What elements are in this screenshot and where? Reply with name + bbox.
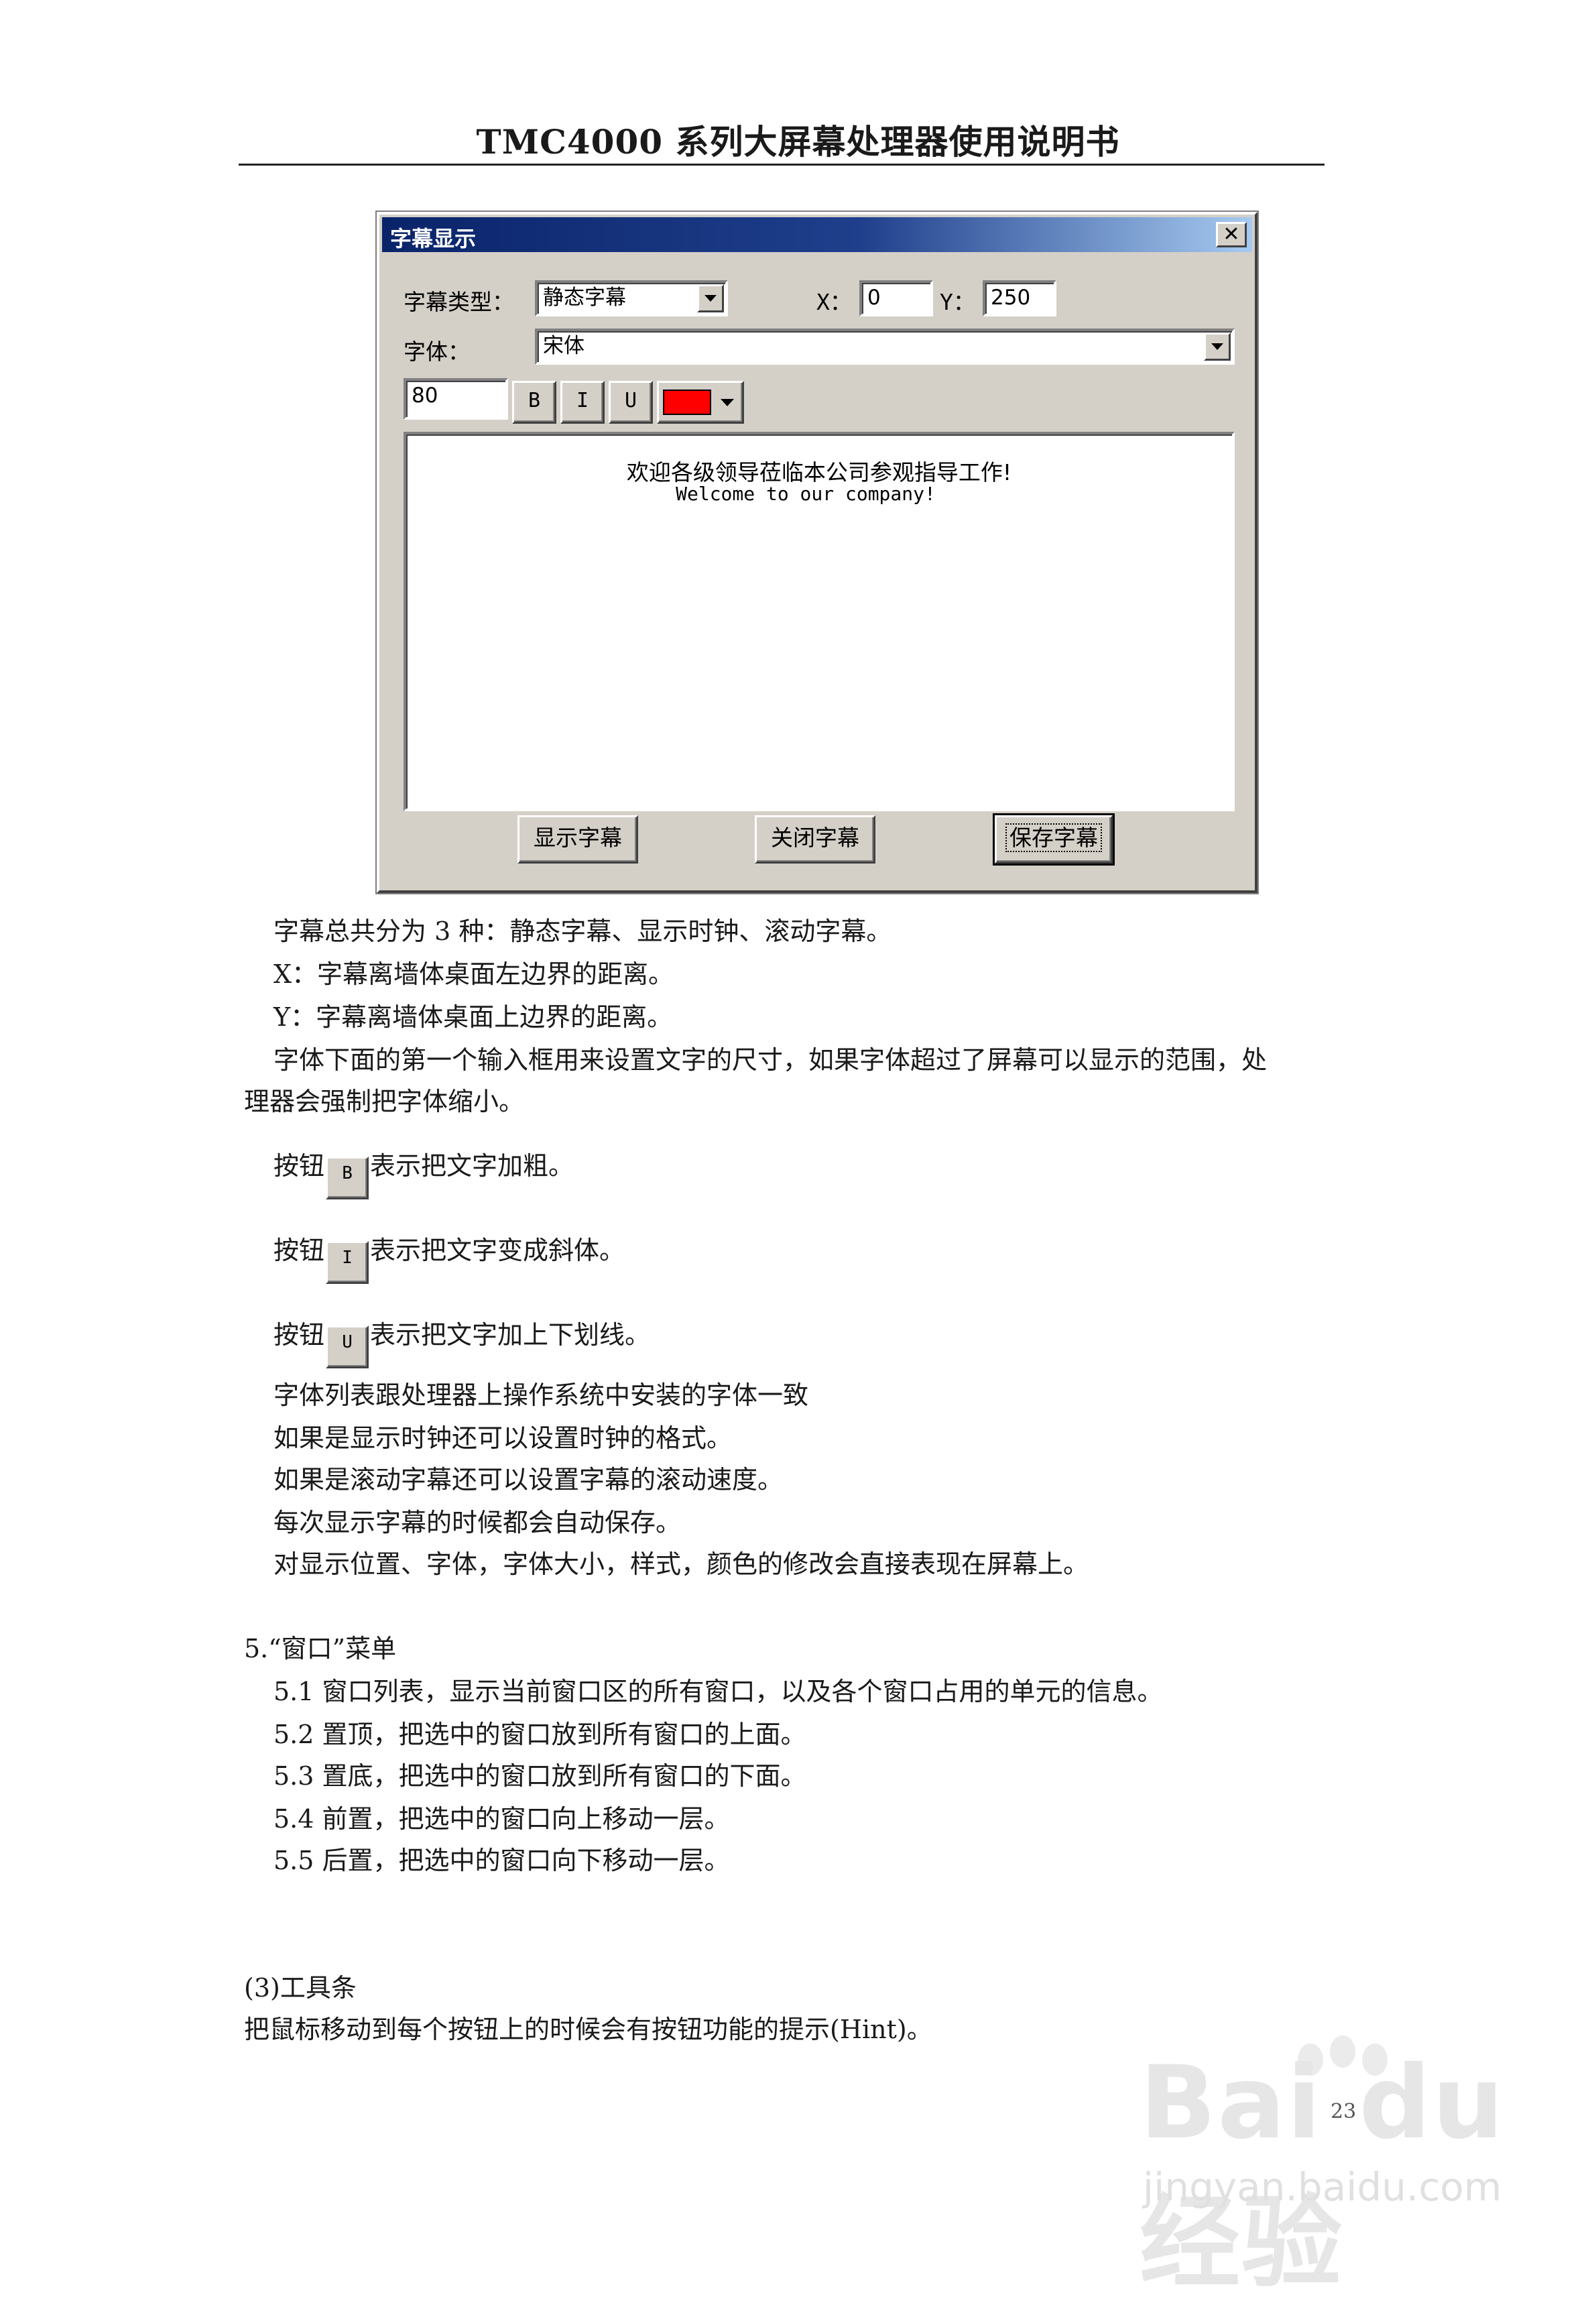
font-select[interactable]: 宋体 (535, 329, 1235, 365)
y-label: Y： (940, 289, 975, 315)
page-number: 23 (1331, 2100, 1357, 2123)
close-subtitle-button[interactable]: 关闭字幕 (755, 815, 875, 864)
paragraph: 字体列表跟处理器上操作系统中安装的字体一致 (273, 1380, 809, 1410)
show-subtitle-button[interactable]: 显示字幕 (517, 815, 638, 864)
paragraph: 字体下面的第一个输入框用来设置文字的尺寸，如果字体超过了屏幕可以显示的范围，处 (273, 1045, 1268, 1075)
subtitle-type-value: 静态字幕 (543, 286, 626, 310)
save-subtitle-label: 保存字幕 (1005, 823, 1102, 852)
y-input[interactable]: 250 (983, 280, 1056, 316)
preview-line-english: Welcome to our company! (676, 483, 936, 505)
font-value: 宋体 (543, 334, 585, 358)
italic-button[interactable]: I (560, 381, 605, 424)
paragraph: 对显示位置、字体，字体大小，样式，颜色的修改会直接表现在屏幕上。 (273, 1549, 1089, 1579)
list-item: 5.4 前置，把选中的窗口向上移动一层。 (273, 1804, 730, 1834)
watermark-url: jingyan.baidu.com (1143, 2164, 1502, 2210)
paragraph: X：字幕离墙体桌面左边界的距离。 (273, 959, 674, 989)
font-label: 字体： (404, 339, 470, 365)
list-item: 5.3 置底，把选中的窗口放到所有窗口的下面。 (273, 1761, 806, 1791)
subtitle-preview-area[interactable]: 欢迎各级领导莅临本公司参观指导工作! Welcome to our compan… (404, 432, 1235, 811)
document-title: TMC4000 系列大屏幕处理器使用说明书 (476, 122, 1120, 162)
list-item: 5.2 置顶，把选中的窗口放到所有窗口的上面。 (273, 1720, 806, 1749)
paragraph: 把鼠标移动到每个按钮上的时候会有按钮功能的提示(Hint)。 (244, 2015, 932, 2044)
section-heading: (3)工具条 (244, 1973, 357, 2003)
save-subtitle-button[interactable]: 保存字幕 (993, 813, 1115, 866)
list-item: 5.5 后置，把选中的窗口向下移动一层。 (273, 1846, 730, 1875)
subtitle-type-select[interactable]: 静态字幕 (535, 280, 728, 316)
color-swatch (663, 390, 711, 415)
x-input[interactable]: 0 (859, 280, 933, 316)
chevron-down-icon (721, 399, 734, 406)
subtitle-type-label: 字幕类型： (404, 289, 514, 315)
paragraph: 字幕总共分为 3 种：静态字幕、显示时钟、滚动字幕。 (273, 916, 892, 946)
underline-description: 按钮 U 表示把文字加上下划线。 (273, 1317, 650, 1368)
paragraph: 每次显示字幕的时候都会自动保存。 (273, 1508, 682, 1537)
x-label: X： (816, 289, 852, 315)
underline-button[interactable]: U (609, 381, 653, 424)
subtitle-dialog: 字幕显示 ✕ 字幕类型： 静态字幕 X： 0 Y： 250 字体： 宋体 80 … (377, 212, 1257, 893)
close-icon[interactable]: ✕ (1216, 222, 1247, 247)
paragraph: Y：字幕离墙体桌面上边界的距离。 (273, 1002, 673, 1032)
title-rule (239, 164, 1325, 166)
underline-button-sample: U (326, 1325, 369, 1368)
color-picker-button[interactable] (657, 381, 744, 424)
preview-line-chinese: 欢迎各级领导莅临本公司参观指导工作! (626, 459, 1012, 485)
font-size-input[interactable]: 80 (404, 378, 508, 420)
section-heading: 5.“窗口”菜单 (244, 1634, 397, 1663)
chevron-down-icon[interactable] (697, 284, 724, 312)
dialog-title: 字幕显示 (390, 226, 477, 251)
dialog-titlebar: 字幕显示 ✕ (382, 217, 1252, 252)
paragraph: 理器会强制把字体缩小。 (244, 1087, 525, 1116)
chevron-down-icon[interactable] (1204, 333, 1231, 361)
paragraph: 如果是滚动字幕还可以设置字幕的滚动速度。 (273, 1465, 784, 1494)
list-item: 5.1 窗口列表，显示当前窗口区的所有窗口，以及各个窗口占用的单元的信息。 (273, 1677, 1163, 1706)
bold-description: 按钮 B 表示把文字加粗。 (273, 1148, 574, 1199)
italic-button-sample: I (326, 1241, 369, 1284)
bold-button[interactable]: B (512, 381, 556, 424)
paragraph: 如果是显示时钟还可以设置时钟的格式。 (273, 1423, 733, 1453)
bold-button-sample: B (326, 1157, 369, 1199)
italic-description: 按钮 I 表示把文字变成斜体。 (273, 1232, 625, 1284)
